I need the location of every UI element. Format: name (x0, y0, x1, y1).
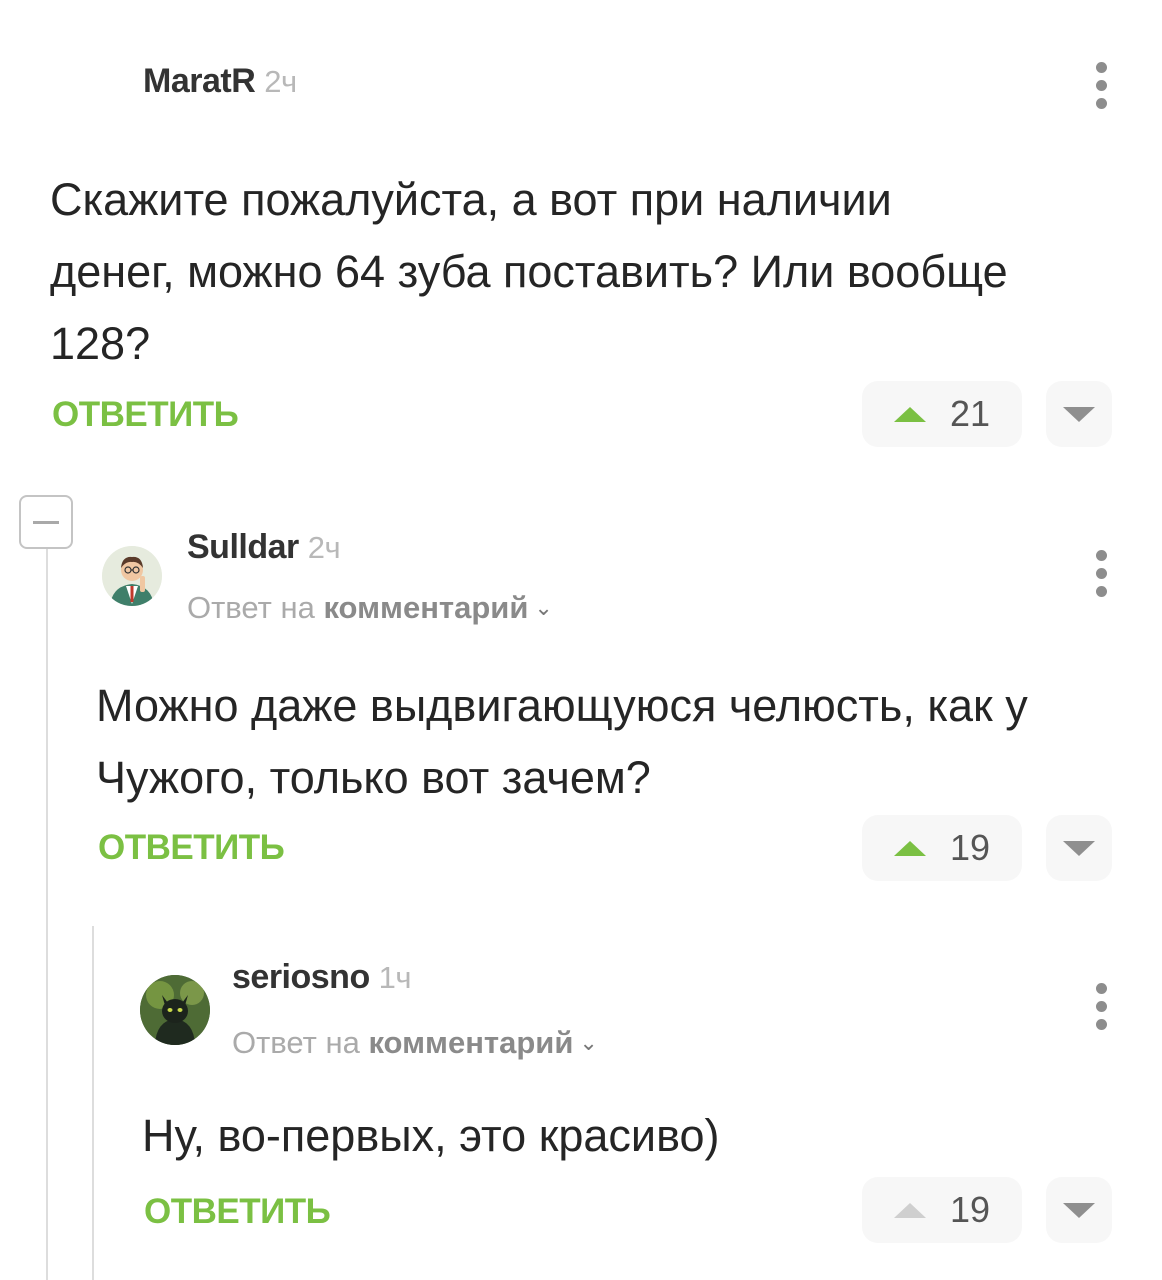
comment-time: 1ч (378, 960, 412, 995)
comment-author[interactable]: seriosno 1ч (232, 958, 412, 997)
vote-count: 19 (949, 827, 991, 868)
comment-text: Можно даже выдвигающуюся челюсть, как у … (96, 680, 1028, 803)
thread-line (46, 549, 48, 1280)
vote-count: 21 (949, 393, 991, 434)
reply-button[interactable]: ОТВЕТИТЬ (98, 828, 285, 868)
chevron-down-icon: ⌄ (534, 595, 553, 620)
downvote-button[interactable] (1046, 1177, 1112, 1243)
more-vertical-icon[interactable] (1095, 983, 1109, 1037)
comment-text: Ну, во-первых, это красиво) (142, 1110, 720, 1161)
triangle-down-icon (1063, 840, 1095, 856)
reply-to-link[interactable]: Ответ на комментарий ⌄ (187, 590, 553, 626)
reply-button[interactable]: ОТВЕТИТЬ (52, 395, 239, 435)
triangle-up-icon (893, 406, 926, 422)
comment-author[interactable]: MaratR 2ч (143, 62, 297, 101)
reply-to-link[interactable]: Ответ на комментарий ⌄ (232, 1025, 598, 1061)
comment-time: 2ч (264, 64, 297, 99)
downvote-button[interactable] (1046, 381, 1112, 447)
downvote-button[interactable] (1046, 815, 1112, 881)
more-vertical-icon[interactable] (1095, 62, 1109, 116)
comment-time: 2ч (307, 530, 341, 565)
vote-count: 19 (949, 1189, 991, 1230)
reply-button[interactable]: ОТВЕТИТЬ (144, 1192, 331, 1232)
avatar[interactable] (102, 546, 162, 606)
more-vertical-icon[interactable] (1095, 550, 1109, 604)
triangle-up-icon (893, 840, 926, 856)
triangle-down-icon (1063, 1202, 1095, 1218)
triangle-up-icon (893, 1202, 926, 1218)
thread-line-nested (92, 926, 94, 1280)
minus-icon (33, 520, 59, 524)
chevron-down-icon: ⌄ (579, 1030, 598, 1055)
collapse-thread-button[interactable] (19, 495, 73, 549)
comment-text: Скажите пожалуйста, а вот при наличии де… (50, 174, 1008, 369)
upvote-button[interactable]: 19 (862, 1177, 1022, 1243)
triangle-down-icon (1063, 406, 1095, 422)
upvote-button[interactable]: 21 (862, 381, 1022, 447)
avatar[interactable] (140, 975, 210, 1045)
comment-author[interactable]: Sulldar 2ч (187, 528, 341, 567)
upvote-button[interactable]: 19 (862, 815, 1022, 881)
